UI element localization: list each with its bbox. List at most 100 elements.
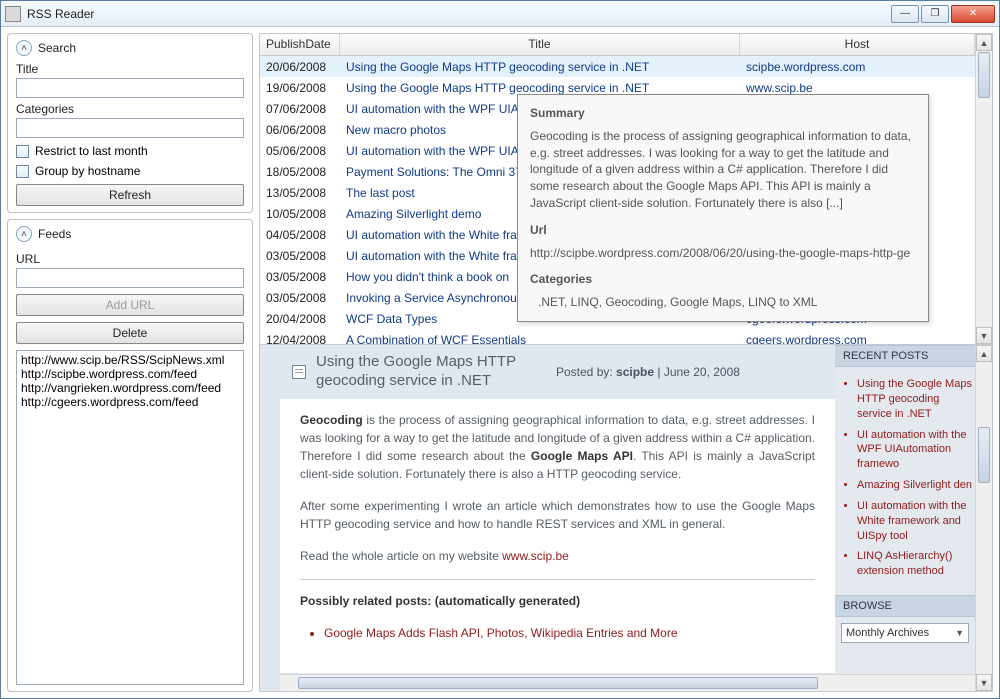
col-header-date[interactable]: PublishDate	[260, 34, 340, 55]
close-button[interactable]: ✕	[951, 5, 995, 23]
article-link[interactable]: www.scip.be	[502, 549, 569, 563]
article-para: After some experimenting I wrote an arti…	[300, 497, 815, 533]
archives-combo[interactable]: Monthly Archives ▼	[841, 623, 969, 643]
article-meta: Posted by: scipbe | June 20, 2008	[556, 365, 740, 379]
list-item[interactable]: http://cgeers.wordpress.com/feed	[21, 395, 239, 409]
checkbox-icon[interactable]	[16, 145, 29, 158]
chevron-up-icon: ˄	[16, 226, 32, 242]
cell-date: 07/06/2008	[260, 102, 340, 116]
article-pane: Using the Google Maps HTTP geocoding ser…	[280, 345, 835, 673]
app-icon	[5, 6, 21, 22]
content-scrollbar[interactable]: ▲ ▼	[975, 345, 992, 691]
recent-link[interactable]: LINQ AsHierarchy() extension method	[857, 549, 975, 579]
scroll-up-icon[interactable]: ▲	[976, 34, 992, 51]
window-title: RSS Reader	[27, 7, 891, 21]
list-item[interactable]: http://scipbe.wordpress.com/feed	[21, 367, 239, 381]
delete-button[interactable]: Delete	[16, 322, 244, 344]
recent-link[interactable]: UI automation with the WPF UIAutomation …	[857, 428, 975, 473]
chevron-down-icon: ▼	[955, 628, 964, 638]
categories-input[interactable]	[16, 118, 244, 138]
cell-date: 19/06/2008	[260, 81, 340, 95]
feeds-list[interactable]: http://www.scip.be/RSS/ScipNews.xml http…	[16, 350, 244, 685]
related-list: Google Maps Adds Flash API, Photos, Wiki…	[300, 624, 815, 642]
col-header-host[interactable]: Host	[740, 34, 975, 55]
scroll-thumb[interactable]	[978, 52, 990, 98]
document-icon	[292, 365, 306, 379]
scroll-down-icon[interactable]: ▼	[976, 674, 992, 691]
search-group: ˄ Search Title Categories Restrict to la…	[7, 33, 253, 213]
cell-date: 05/06/2008	[260, 144, 340, 158]
cell-date: 20/04/2008	[260, 312, 340, 326]
feeds-header[interactable]: ˄ Feeds	[16, 226, 244, 242]
scroll-thumb[interactable]	[978, 427, 990, 483]
cell-host: www.scip.be	[740, 81, 975, 95]
divider	[300, 579, 815, 580]
scroll-thumb[interactable]	[298, 677, 818, 689]
posted-by-label: Posted by:	[556, 365, 613, 379]
table-row[interactable]: 20/06/2008Using the Google Maps HTTP geo…	[260, 56, 975, 77]
table-row[interactable]: 12/04/2008A Combination of WCF Essential…	[260, 329, 975, 344]
checkbox-icon[interactable]	[16, 165, 29, 178]
cell-date: 10/05/2008	[260, 207, 340, 221]
cell-date: 12/04/2008	[260, 333, 340, 345]
title-label: Title	[16, 62, 244, 76]
browse-header: BROWSE	[835, 595, 975, 617]
url-input[interactable]	[16, 268, 244, 288]
search-header[interactable]: ˄ Search	[16, 40, 244, 56]
client-area: ˄ Search Title Categories Restrict to la…	[1, 27, 999, 698]
scroll-down-icon[interactable]: ▼	[976, 327, 992, 344]
bold-text: Google Maps API	[531, 449, 633, 463]
meta-sep: |	[657, 365, 660, 379]
group-row[interactable]: Group by hostname	[16, 164, 244, 178]
bold-text: Geocoding	[300, 413, 363, 427]
combo-value: Monthly Archives	[846, 627, 929, 639]
cell-date: 20/06/2008	[260, 60, 340, 74]
tooltip-summary: Geocoding is the process of assigning ge…	[530, 128, 916, 212]
maximize-button[interactable]: ❐	[921, 5, 949, 23]
add-url-button[interactable]: Add URL	[16, 294, 244, 316]
cell-date: 03/05/2008	[260, 270, 340, 284]
content-inner: Using the Google Maps HTTP geocoding ser…	[260, 345, 992, 691]
cell-title: Using the Google Maps HTTP geocoding ser…	[340, 60, 740, 74]
search-header-label: Search	[38, 41, 76, 55]
restrict-label: Restrict to last month	[35, 144, 148, 158]
feeds-header-label: Feeds	[38, 227, 71, 241]
url-label: URL	[16, 252, 244, 266]
tooltip-summary-h: Summary	[530, 105, 916, 122]
cell-date: 03/05/2008	[260, 249, 340, 263]
col-header-title[interactable]: Title	[340, 34, 740, 55]
related-link[interactable]: Google Maps Adds Flash API, Photos, Wiki…	[324, 624, 815, 642]
article-date: June 20, 2008	[664, 365, 740, 379]
aside-panel: RECENT POSTS Using the Google Maps HTTP …	[835, 345, 975, 691]
group-label: Group by hostname	[35, 164, 140, 178]
cell-title: Using the Google Maps HTTP geocoding ser…	[340, 81, 740, 95]
restrict-row[interactable]: Restrict to last month	[16, 144, 244, 158]
article-title: Using the Google Maps HTTP geocoding ser…	[316, 353, 546, 391]
window-controls: — ❐ ✕	[891, 5, 995, 23]
scroll-up-icon[interactable]: ▲	[976, 345, 992, 362]
content-hscrollbar[interactable]	[280, 674, 975, 691]
cell-date: 13/05/2008	[260, 186, 340, 200]
recent-link[interactable]: Amazing Silverlight den	[857, 478, 975, 493]
cell-host: cgeers.wordpress.com	[740, 333, 975, 345]
article-author: scipbe	[616, 365, 654, 379]
recent-link[interactable]: Using the Google Maps HTTP geocoding ser…	[857, 377, 975, 422]
grid-scrollbar[interactable]: ▲ ▼	[975, 34, 992, 344]
related-heading: Possibly related posts: (automatically g…	[300, 592, 815, 610]
title-input[interactable]	[16, 78, 244, 98]
minimize-button[interactable]: —	[891, 5, 919, 23]
article-header: Using the Google Maps HTTP geocoding ser…	[280, 345, 835, 399]
article-para: Read the whole article on my website www…	[300, 547, 815, 565]
tooltip-url: http://scipbe.wordpress.com/2008/06/20/u…	[530, 245, 916, 262]
article-body: Geocoding is the process of assigning ge…	[280, 399, 835, 658]
recent-posts-list: Using the Google Maps HTTP geocoding ser…	[843, 377, 975, 585]
list-item[interactable]: http://www.scip.be/RSS/ScipNews.xml	[21, 353, 239, 367]
list-item[interactable]: http://vangrieken.wordpress.com/feed	[21, 381, 239, 395]
left-panel: ˄ Search Title Categories Restrict to la…	[7, 33, 253, 692]
app-window: RSS Reader — ❐ ✕ ˄ Search Title Categori…	[0, 0, 1000, 699]
summary-tooltip: Summary Geocoding is the process of assi…	[517, 94, 929, 322]
feeds-group: ˄ Feeds URL Add URL Delete http://www.sc…	[7, 219, 253, 692]
recent-link[interactable]: UI automation with the White framework a…	[857, 499, 975, 544]
titlebar[interactable]: RSS Reader — ❐ ✕	[1, 1, 999, 27]
refresh-button[interactable]: Refresh	[16, 184, 244, 206]
